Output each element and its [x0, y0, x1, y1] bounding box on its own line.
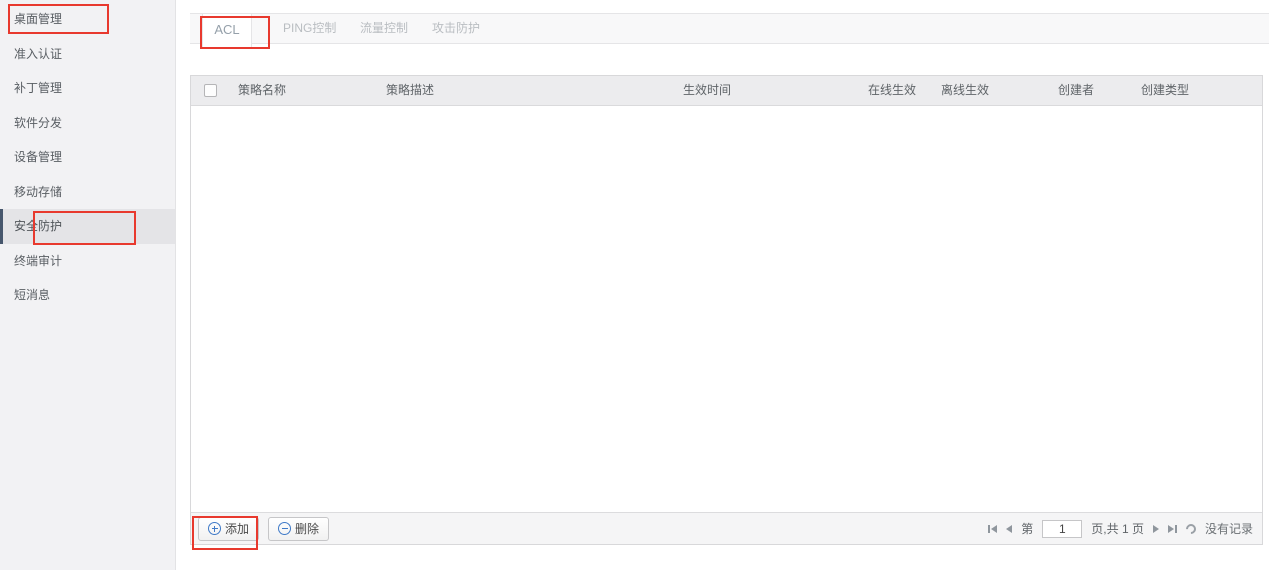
sidebar-item-label: 补丁管理 [14, 81, 62, 95]
column-header-policy-desc[interactable]: 策略描述 [386, 76, 434, 105]
delete-button[interactable]: 删除 [268, 517, 329, 541]
sidebar-item-label: 桌面管理 [14, 12, 62, 26]
select-all-checkbox[interactable] [204, 84, 217, 97]
column-header-policy-name[interactable]: 策略名称 [238, 76, 286, 105]
delete-button-label: 删除 [295, 520, 319, 537]
selected-indicator-bar [0, 209, 3, 244]
prev-page-icon [1006, 525, 1012, 533]
circle-plus-icon [208, 522, 221, 535]
tab-acl[interactable]: ACL [202, 13, 252, 49]
sidebar-item-mobile-storage[interactable]: 移动存储 [0, 175, 175, 210]
sidebar-item-access-auth[interactable]: 准入认证 [0, 37, 175, 72]
add-button-label: 添加 [225, 520, 249, 537]
add-button[interactable]: 添加 [198, 517, 259, 541]
sidebar-item-software-dist[interactable]: 软件分发 [0, 106, 175, 141]
next-page-button[interactable] [1153, 525, 1159, 533]
sidebar-item-label: 软件分发 [14, 116, 62, 130]
grid-header-row: 策略名称 策略描述 生效时间 在线生效 离线生效 创建者 创建类型 [191, 76, 1262, 106]
sidebar-item-label: 设备管理 [14, 150, 62, 164]
column-header-create-type[interactable]: 创建类型 [1141, 76, 1189, 105]
sidebar-item-sms[interactable]: 短消息 [0, 278, 175, 313]
sidebar-item-desktop-mgmt[interactable]: 桌面管理 [0, 2, 175, 37]
grid-footer-toolbar: 添加 删除 第 页,共 1 页 没有记录 [191, 512, 1262, 544]
last-page-icon [1168, 525, 1174, 533]
tab-attack-protection[interactable]: 攻击防护 [432, 14, 480, 43]
sidebar-item-label: 终端审计 [14, 254, 62, 268]
first-page-button[interactable] [988, 525, 997, 533]
column-header-online-effect[interactable]: 在线生效 [868, 76, 916, 105]
pagination-bar: 第 页,共 1 页 没有记录 [988, 520, 1262, 538]
tab-traffic-control[interactable]: 流量控制 [360, 14, 408, 43]
page-number-input[interactable] [1042, 520, 1082, 538]
column-header-creator[interactable]: 创建者 [1058, 76, 1094, 105]
first-page-icon [988, 525, 990, 533]
sidebar: 桌面管理 准入认证 补丁管理 软件分发 设备管理 移动存储 安全防护 终端审计 … [0, 0, 176, 570]
sidebar-item-terminal-audit[interactable]: 终端审计 [0, 244, 175, 279]
next-page-icon [1153, 525, 1159, 533]
prev-page-button[interactable] [1006, 525, 1012, 533]
circle-minus-icon [278, 522, 291, 535]
sidebar-item-security-protection[interactable]: 安全防护 [0, 209, 175, 244]
empty-records-message: 没有记录 [1205, 520, 1253, 537]
page-prefix-label: 第 [1021, 520, 1033, 537]
column-header-effective-time[interactable]: 生效时间 [683, 76, 731, 105]
sidebar-item-label: 移动存储 [14, 185, 62, 199]
sidebar-item-label: 准入认证 [14, 47, 62, 61]
refresh-icon[interactable] [1184, 521, 1198, 535]
sidebar-item-patch-mgmt[interactable]: 补丁管理 [0, 71, 175, 106]
sidebar-item-label: 短消息 [14, 288, 50, 302]
tab-bar: ACL PING控制 流量控制 攻击防护 [190, 13, 1269, 44]
column-header-offline-effect[interactable]: 离线生效 [941, 76, 989, 105]
grid-body-empty [191, 106, 1262, 511]
page-count-label: 页,共 1 页 [1091, 520, 1144, 537]
sidebar-item-device-mgmt[interactable]: 设备管理 [0, 140, 175, 175]
tab-ping-control[interactable]: PING控制 [283, 14, 336, 43]
policy-grid: 策略名称 策略描述 生效时间 在线生效 离线生效 创建者 创建类型 添加 删除 … [190, 75, 1263, 545]
last-page-button[interactable] [1168, 525, 1177, 533]
sidebar-item-label: 安全防护 [14, 219, 62, 233]
